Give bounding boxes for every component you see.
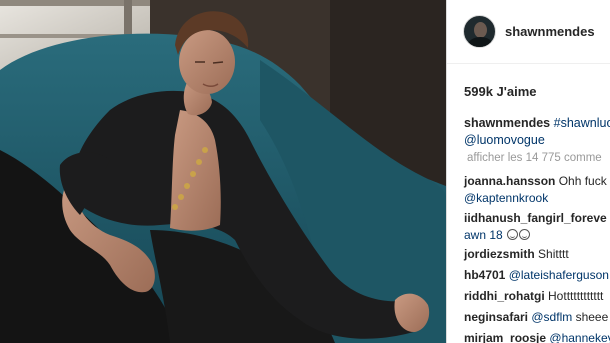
comment-text: sheee [575, 310, 609, 324]
comment-mention-link[interactable]: @hannekey [549, 331, 610, 343]
comment-text: Ohh fuck [558, 174, 607, 188]
photo-illustration [0, 0, 446, 343]
comment-item: mirjam_roosje @hannekey [464, 330, 610, 343]
smiling-face-emoji-icon [519, 229, 531, 240]
comment-mention-link[interactable]: @lateishaferguson [509, 268, 609, 282]
caption-hashtag-link[interactable]: #shawnluo [554, 116, 610, 130]
load-more-comments-link[interactable]: afficher les 14 775 comme [467, 152, 602, 164]
comment-username-link[interactable]: joanna.hansson [464, 174, 555, 188]
caption-mention-link[interactable]: @luomovogue [464, 133, 545, 147]
comment-username-link[interactable]: hb4701 [464, 268, 505, 282]
comment-mention-link[interactable]: @kaptennkrook [464, 191, 548, 205]
likes-count[interactable]: 599k J'aime [464, 84, 536, 99]
comment-item: neginsafari @sdflm sheee [464, 309, 608, 326]
comment-item: hb4701 @lateishaferguson [464, 267, 609, 284]
comment-username-link[interactable]: riddhi_rohatgi [464, 289, 545, 303]
comment-text: Hotttttttttttt [548, 289, 604, 303]
smiling-face-emoji-icon [507, 229, 519, 240]
comment-username-link[interactable]: mirjam_roosje [464, 331, 546, 343]
comment-username-link[interactable]: iidhanush_fangirl_foreve [464, 211, 607, 225]
avatar-shoulders [468, 37, 493, 47]
comments-panel: shawnmendes 599k J'aime shawnmendes #sha… [447, 0, 610, 343]
comment-username-link[interactable]: jordiezsmith [464, 247, 535, 261]
header-username-link[interactable]: shawnmendes [505, 24, 595, 39]
comment-item: joanna.hansson Ohh fuck @kaptennkrook [464, 173, 607, 207]
comment-text: Shitttt [538, 247, 569, 261]
post-header: shawnmendes [447, 0, 610, 64]
comment-text: awn 18 [464, 228, 503, 242]
post-photo[interactable] [0, 0, 446, 343]
profile-avatar-icon[interactable] [463, 15, 496, 48]
comment-mention-link[interactable]: @sdflm [531, 310, 572, 324]
caption-username-link[interactable]: shawnmendes [464, 116, 550, 130]
avatar-face [474, 22, 487, 38]
comment-item: jordiezsmith Shitttt [464, 246, 569, 263]
comment-item: iidhanush_fangirl_foreve awn 18 [464, 210, 607, 244]
comment-username-link[interactable]: neginsafari [464, 310, 528, 324]
post-caption: shawnmendes #shawnluo @luomovogue [464, 115, 610, 149]
comment-item: riddhi_rohatgi Hotttttttttttt [464, 288, 603, 305]
